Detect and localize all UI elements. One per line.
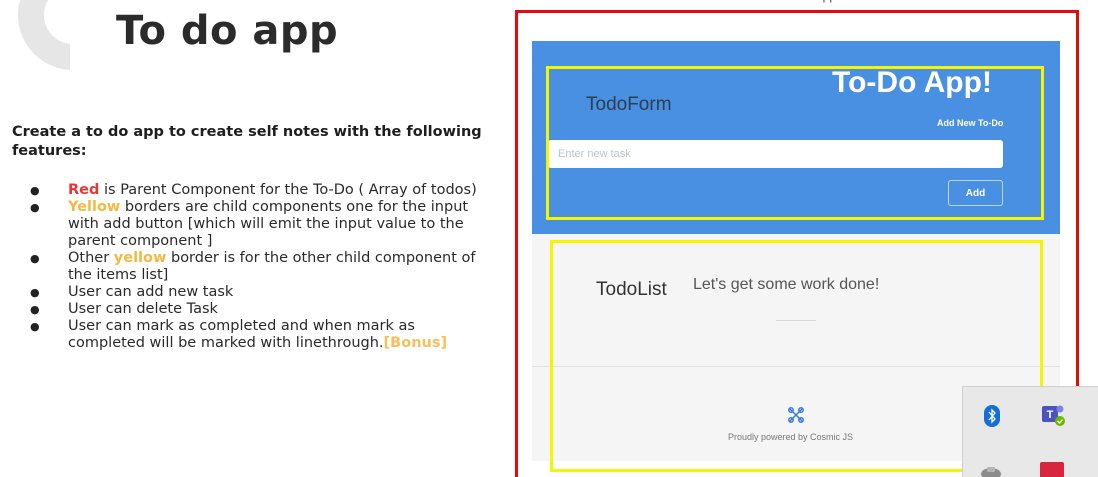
acrobat-icon[interactable]	[1040, 462, 1064, 477]
feature-prefix: Other	[68, 250, 114, 266]
feature-list: Red is Parent Component for the To-Do ( …	[30, 182, 480, 352]
feature-item: User can add new task	[30, 284, 480, 301]
feature-item: Other yellow border is for the other chi…	[30, 250, 480, 284]
feature-item: Yellow borders are child components one …	[30, 199, 480, 250]
form-component-border	[546, 66, 1044, 220]
keyword-yellow: yellow	[113, 250, 167, 266]
feature-item: User can delete Task	[30, 301, 480, 318]
feature-item: Red is Parent Component for the To-Do ( …	[30, 182, 480, 199]
feature-text: User can add new task	[68, 284, 234, 300]
bonus-tag: [Bonus]	[383, 335, 448, 351]
usb-icon[interactable]	[978, 465, 1004, 477]
cropped-caption: To-Do App!	[780, 0, 900, 3]
feature-text: User can mark as completed and when mark…	[68, 318, 415, 351]
teams-icon[interactable]: T	[1040, 403, 1066, 427]
slide-title: To do app	[116, 8, 339, 54]
feature-text: borders are child components one for the…	[68, 199, 469, 249]
feature-item: User can mark as completed and when mark…	[30, 318, 480, 352]
bluetooth-icon[interactable]	[984, 405, 1000, 427]
keyword-yellow: Yellow	[68, 199, 121, 215]
system-tray	[962, 386, 1098, 477]
svg-text:T: T	[1047, 409, 1054, 421]
feature-text: is Parent Component for the To-Do ( Arra…	[99, 182, 477, 198]
keyword-red: Red	[68, 182, 100, 198]
feature-text: User can delete Task	[68, 301, 218, 317]
slide-intro: Create a to do app to create self notes …	[12, 124, 482, 159]
